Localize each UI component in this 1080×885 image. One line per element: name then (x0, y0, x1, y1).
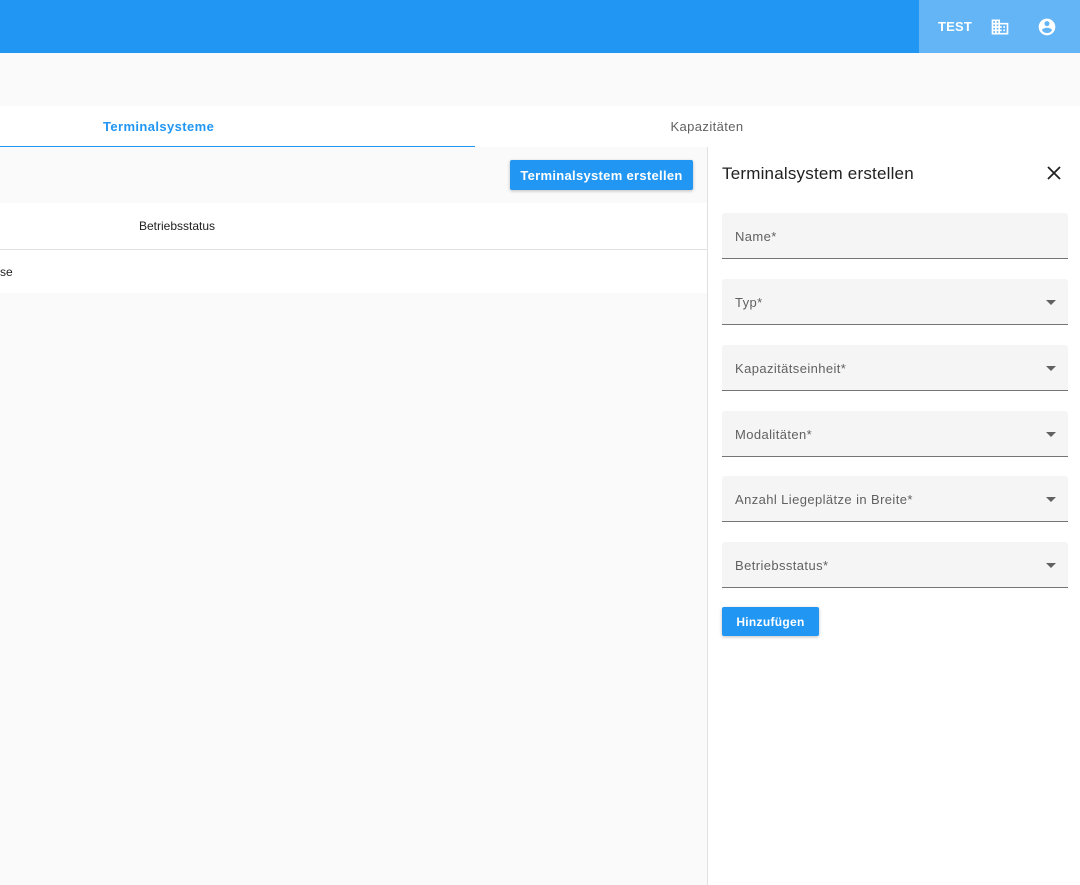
main-content: Terminalsystem erstellen Betriebsstatus … (0, 147, 707, 885)
field-label: Modalitäten* (735, 427, 813, 442)
field-label: Name* (735, 229, 777, 244)
account-circle-icon[interactable] (1036, 16, 1058, 38)
app-header: TEST (0, 0, 1080, 53)
typ-select[interactable]: Typ* (722, 279, 1068, 325)
liegeplaetze-select[interactable]: Anzahl Liegeplätze in Breite* (722, 476, 1068, 522)
table-cell: se (0, 265, 13, 279)
header-actions: TEST (919, 0, 1080, 53)
dropdown-arrow-icon (1046, 300, 1056, 305)
field-label: Kapazitätseinheit* (735, 361, 847, 376)
table-header: Betriebsstatus (0, 203, 707, 250)
tab-kapazitaeten[interactable]: Kapazitäten (475, 106, 1080, 147)
create-terminalsystem-panel: Terminalsystem erstellen Name* Typ* Kapa… (707, 147, 1080, 885)
panel-title: Terminalsystem erstellen (722, 164, 914, 183)
name-field[interactable]: Name* (722, 213, 1068, 259)
building-icon[interactable] (989, 16, 1011, 38)
tab-label: Kapazitäten (670, 119, 744, 134)
dropdown-arrow-icon (1046, 497, 1056, 502)
kapazitaetseinheit-select[interactable]: Kapazitätseinheit* (722, 345, 1068, 391)
field-label: Typ* (735, 295, 763, 310)
table-row[interactable]: se (0, 250, 707, 293)
betriebsstatus-select[interactable]: Betriebsstatus* (722, 542, 1068, 588)
dropdown-arrow-icon (1046, 432, 1056, 437)
create-terminalsystem-button[interactable]: Terminalsystem erstellen (510, 160, 693, 190)
field-label: Anzahl Liegeplätze in Breite* (735, 492, 913, 507)
dropdown-arrow-icon (1046, 366, 1056, 371)
dropdown-arrow-icon (1046, 563, 1056, 568)
add-button[interactable]: Hinzufügen (722, 607, 819, 636)
environment-label[interactable]: TEST (938, 19, 972, 34)
tab-label: Terminalsysteme (103, 118, 215, 134)
modalitaeten-select[interactable]: Modalitäten* (722, 411, 1068, 457)
close-icon[interactable] (1046, 165, 1062, 181)
tab-bar: Terminalsysteme Kapazitäten (0, 106, 1080, 147)
field-label: Betriebsstatus* (735, 558, 829, 573)
tab-terminalsysteme[interactable]: Terminalsysteme (0, 106, 475, 147)
column-header-betriebsstatus[interactable]: Betriebsstatus (139, 219, 215, 233)
